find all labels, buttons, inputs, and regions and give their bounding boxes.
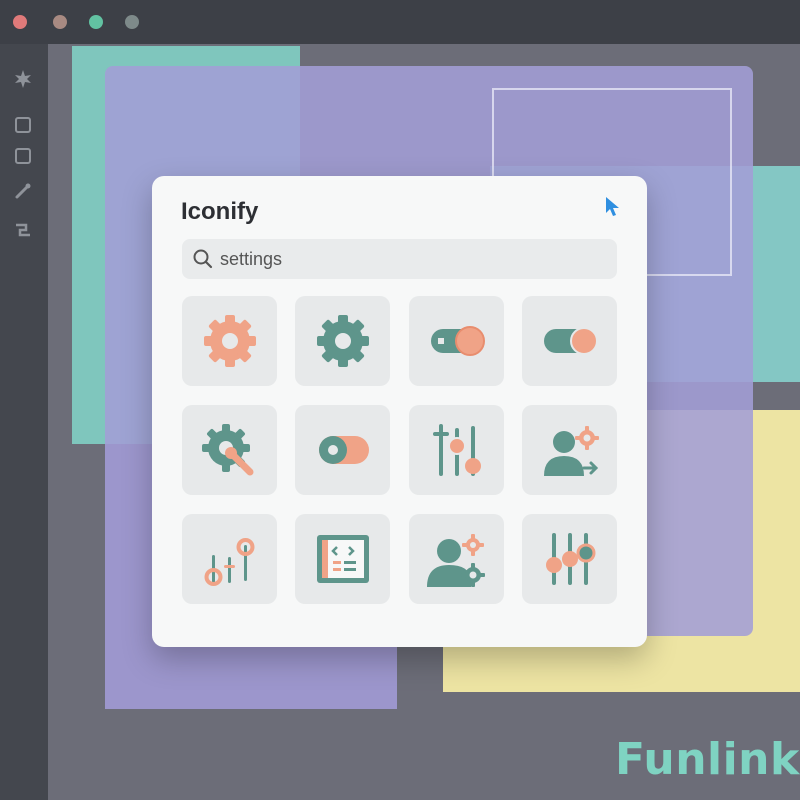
title-bar xyxy=(0,0,800,44)
gear-wrench-icon xyxy=(201,424,253,476)
toggle-icon xyxy=(318,436,369,464)
brand-logo: Funlink xyxy=(615,734,800,785)
user-settings-icon xyxy=(543,426,599,476)
icon-tile[interactable] xyxy=(182,514,277,604)
square-tool-icon[interactable] xyxy=(12,114,34,136)
zoom-window-button[interactable] xyxy=(89,15,103,29)
icon-tile[interactable] xyxy=(295,405,390,495)
minimize-window-button[interactable] xyxy=(53,15,67,29)
sliders-icon xyxy=(545,533,595,585)
gear-icon xyxy=(203,315,256,367)
search-icon xyxy=(192,248,214,270)
icon-tile[interactable] xyxy=(522,514,617,604)
code-window-icon xyxy=(316,535,369,583)
toggle-icon xyxy=(543,327,598,355)
sliders-icon xyxy=(204,538,254,586)
link-tool-icon[interactable] xyxy=(12,219,34,241)
icon-tile[interactable] xyxy=(409,296,504,386)
panel-title: Iconify xyxy=(181,198,259,225)
sliders-icon xyxy=(432,424,481,476)
close-window-button[interactable] xyxy=(13,15,27,29)
iconify-panel: Iconify xyxy=(152,176,647,647)
icon-tile[interactable] xyxy=(295,296,390,386)
mouse-cursor-icon xyxy=(604,196,622,218)
search-bar[interactable] xyxy=(182,239,617,279)
gear-icon xyxy=(316,315,369,367)
icon-tile[interactable] xyxy=(522,296,617,386)
toggle-icon xyxy=(430,326,485,356)
icon-tile[interactable] xyxy=(409,514,504,604)
icon-tile[interactable] xyxy=(182,296,277,386)
icon-tile[interactable] xyxy=(295,514,390,604)
star-tool-icon[interactable] xyxy=(12,68,34,90)
pen-tool-icon[interactable] xyxy=(12,180,34,202)
user-settings-icon xyxy=(426,534,485,587)
icon-tile[interactable] xyxy=(409,405,504,495)
tool-sidebar xyxy=(0,44,48,800)
frame-tool-icon[interactable] xyxy=(12,145,34,167)
extra-window-button[interactable] xyxy=(125,15,139,29)
icon-tile[interactable] xyxy=(182,405,277,495)
icon-tile[interactable] xyxy=(522,405,617,495)
search-input[interactable] xyxy=(220,239,600,279)
